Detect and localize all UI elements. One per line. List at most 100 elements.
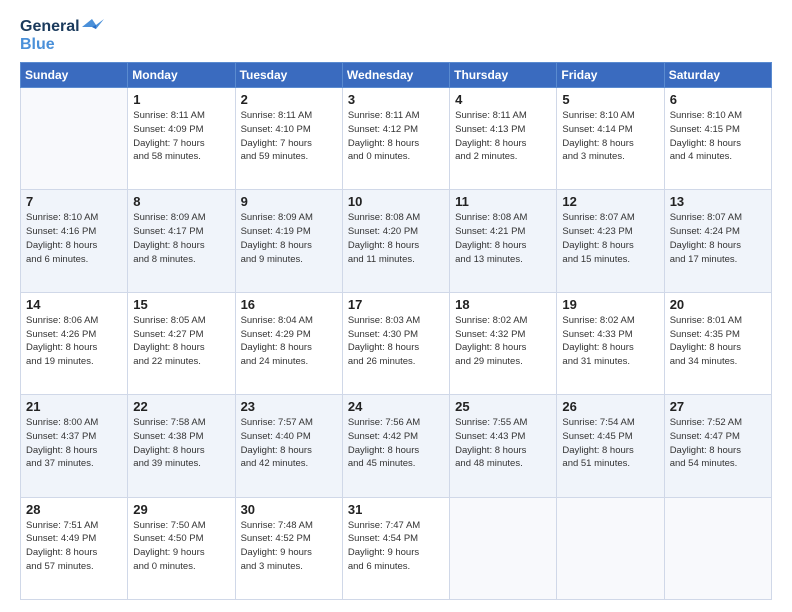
day-info: Sunrise: 8:08 AMSunset: 4:20 PMDaylight:… xyxy=(348,211,444,266)
week-row-1: 7 Sunrise: 8:10 AMSunset: 4:16 PMDaylight… xyxy=(21,190,772,292)
day-info: Sunrise: 8:04 AMSunset: 4:29 PMDaylight:… xyxy=(241,314,337,369)
header-cell-sunday: Sunday xyxy=(21,63,128,88)
day-info: Sunrise: 8:08 AMSunset: 4:21 PMDaylight:… xyxy=(455,211,551,266)
day-info: Sunrise: 8:11 AMSunset: 4:09 PMDaylight:… xyxy=(133,109,229,164)
header-row: SundayMondayTuesdayWednesdayThursdayFrid… xyxy=(21,63,772,88)
page: GeneralBlue SundayMondayTuesdayWednesday… xyxy=(0,0,792,612)
day-number: 14 xyxy=(26,297,122,312)
day-number: 19 xyxy=(562,297,658,312)
day-info: Sunrise: 8:03 AMSunset: 4:30 PMDaylight:… xyxy=(348,314,444,369)
day-info: Sunrise: 8:02 AMSunset: 4:33 PMDaylight:… xyxy=(562,314,658,369)
day-cell: 21 Sunrise: 8:00 AMSunset: 4:37 PMDayligh… xyxy=(21,395,128,497)
day-number: 18 xyxy=(455,297,551,312)
day-info: Sunrise: 8:05 AMSunset: 4:27 PMDaylight:… xyxy=(133,314,229,369)
header-cell-friday: Friday xyxy=(557,63,664,88)
day-number: 1 xyxy=(133,92,229,107)
day-cell: 16Sunrise: 8:04 AMSunset: 4:29 PMDayligh… xyxy=(235,292,342,394)
day-info: Sunrise: 8:00 AMSunset: 4:37 PMDaylight:… xyxy=(26,416,122,471)
day-info: Sunrise: 8:02 AMSunset: 4:32 PMDaylight:… xyxy=(455,314,551,369)
day-cell: 15 Sunrise: 8:05 AMSunset: 4:27 PMDayligh… xyxy=(128,292,235,394)
day-number: 26 xyxy=(562,399,658,414)
header-cell-tuesday: Tuesday xyxy=(235,63,342,88)
day-number: 3 xyxy=(348,92,444,107)
day-info: Sunrise: 8:11 AMSunset: 4:10 PMDaylight:… xyxy=(241,109,337,164)
day-cell: 8 Sunrise: 8:09 AMSunset: 4:17 PMDaylight… xyxy=(128,190,235,292)
calendar-table: SundayMondayTuesdayWednesdayThursdayFrid… xyxy=(20,62,772,600)
day-cell: 19 Sunrise: 8:02 AMSunset: 4:33 PMDayligh… xyxy=(557,292,664,394)
day-info: Sunrise: 7:58 AMSunset: 4:38 PMDaylight:… xyxy=(133,416,229,471)
day-number: 25 xyxy=(455,399,551,414)
day-info: Sunrise: 8:11 AMSunset: 4:12 PMDaylight:… xyxy=(348,109,444,164)
day-cell: 14 Sunrise: 8:06 AMSunset: 4:26 PMDayligh… xyxy=(21,292,128,394)
day-info: Sunrise: 8:09 AMSunset: 4:19 PMDaylight:… xyxy=(241,211,337,266)
week-row-3: 21 Sunrise: 8:00 AMSunset: 4:37 PMDayligh… xyxy=(21,395,772,497)
week-row-0: 1 Sunrise: 8:11 AMSunset: 4:09 PMDaylight… xyxy=(21,88,772,190)
day-info: Sunrise: 7:54 AMSunset: 4:45 PMDaylight:… xyxy=(562,416,658,471)
day-number: 28 xyxy=(26,502,122,517)
day-cell: 22Sunrise: 7:58 AMSunset: 4:38 PMDayligh… xyxy=(128,395,235,497)
day-cell: 2 Sunrise: 8:11 AMSunset: 4:10 PMDaylight… xyxy=(235,88,342,190)
day-cell: 12Sunrise: 8:07 AMSunset: 4:23 PMDayligh… xyxy=(557,190,664,292)
header-cell-thursday: Thursday xyxy=(450,63,557,88)
day-cell: 13Sunrise: 8:07 AMSunset: 4:24 PMDayligh… xyxy=(664,190,771,292)
day-cell: 3 Sunrise: 8:11 AMSunset: 4:12 PMDaylight… xyxy=(342,88,449,190)
day-number: 4 xyxy=(455,92,551,107)
day-info: Sunrise: 7:52 AMSunset: 4:47 PMDaylight:… xyxy=(670,416,766,471)
day-number: 23 xyxy=(241,399,337,414)
day-number: 27 xyxy=(670,399,766,414)
day-number: 9 xyxy=(241,194,337,209)
day-info: Sunrise: 7:55 AMSunset: 4:43 PMDaylight:… xyxy=(455,416,551,471)
day-info: Sunrise: 7:57 AMSunset: 4:40 PMDaylight:… xyxy=(241,416,337,471)
logo: GeneralBlue xyxy=(20,18,104,54)
day-cell xyxy=(664,497,771,599)
day-info: Sunrise: 8:10 AMSunset: 4:15 PMDaylight:… xyxy=(670,109,766,164)
day-cell: 1 Sunrise: 8:11 AMSunset: 4:09 PMDaylight… xyxy=(128,88,235,190)
day-info: Sunrise: 7:47 AMSunset: 4:54 PMDaylight:… xyxy=(348,519,444,574)
day-cell xyxy=(450,497,557,599)
day-cell: 11Sunrise: 8:08 AMSunset: 4:21 PMDayligh… xyxy=(450,190,557,292)
day-cell: 17 Sunrise: 8:03 AMSunset: 4:30 PMDayligh… xyxy=(342,292,449,394)
day-cell: 27 Sunrise: 7:52 AMSunset: 4:47 PMDayligh… xyxy=(664,395,771,497)
day-number: 17 xyxy=(348,297,444,312)
day-info: Sunrise: 7:56 AMSunset: 4:42 PMDaylight:… xyxy=(348,416,444,471)
day-cell xyxy=(557,497,664,599)
day-number: 6 xyxy=(670,92,766,107)
day-number: 31 xyxy=(348,502,444,517)
calendar-header: SundayMondayTuesdayWednesdayThursdayFrid… xyxy=(21,63,772,88)
day-info: Sunrise: 7:50 AMSunset: 4:50 PMDaylight:… xyxy=(133,519,229,574)
day-cell: 4 Sunrise: 8:11 AMSunset: 4:13 PMDaylight… xyxy=(450,88,557,190)
day-number: 5 xyxy=(562,92,658,107)
week-row-2: 14 Sunrise: 8:06 AMSunset: 4:26 PMDayligh… xyxy=(21,292,772,394)
day-info: Sunrise: 8:09 AMSunset: 4:17 PMDaylight:… xyxy=(133,211,229,266)
day-cell: 25 Sunrise: 7:55 AMSunset: 4:43 PMDayligh… xyxy=(450,395,557,497)
header-cell-monday: Monday xyxy=(128,63,235,88)
day-cell: 30Sunrise: 7:48 AMSunset: 4:52 PMDayligh… xyxy=(235,497,342,599)
bird-icon xyxy=(82,19,104,35)
calendar-body: 1 Sunrise: 8:11 AMSunset: 4:09 PMDaylight… xyxy=(21,88,772,600)
day-info: Sunrise: 8:10 AMSunset: 4:16 PMDaylight:… xyxy=(26,211,122,266)
day-cell: 7 Sunrise: 8:10 AMSunset: 4:16 PMDaylight… xyxy=(21,190,128,292)
day-info: Sunrise: 7:51 AMSunset: 4:49 PMDaylight:… xyxy=(26,519,122,574)
day-number: 8 xyxy=(133,194,229,209)
day-number: 12 xyxy=(562,194,658,209)
day-cell: 10Sunrise: 8:08 AMSunset: 4:20 PMDayligh… xyxy=(342,190,449,292)
day-info: Sunrise: 8:06 AMSunset: 4:26 PMDaylight:… xyxy=(26,314,122,369)
day-cell: 24 Sunrise: 7:56 AMSunset: 4:42 PMDayligh… xyxy=(342,395,449,497)
day-number: 21 xyxy=(26,399,122,414)
day-number: 20 xyxy=(670,297,766,312)
day-number: 24 xyxy=(348,399,444,414)
logo-text: General xyxy=(20,18,104,36)
day-info: Sunrise: 8:11 AMSunset: 4:13 PMDaylight:… xyxy=(455,109,551,164)
day-number: 15 xyxy=(133,297,229,312)
week-row-4: 28 Sunrise: 7:51 AMSunset: 4:49 PMDayligh… xyxy=(21,497,772,599)
day-cell: 9 Sunrise: 8:09 AMSunset: 4:19 PMDaylight… xyxy=(235,190,342,292)
day-cell: 31 Sunrise: 7:47 AMSunset: 4:54 PMDayligh… xyxy=(342,497,449,599)
day-number: 2 xyxy=(241,92,337,107)
day-number: 30 xyxy=(241,502,337,517)
day-cell: 29Sunrise: 7:50 AMSunset: 4:50 PMDayligh… xyxy=(128,497,235,599)
day-info: Sunrise: 8:01 AMSunset: 4:35 PMDaylight:… xyxy=(670,314,766,369)
logo-blue-text: Blue xyxy=(20,36,55,54)
day-number: 7 xyxy=(26,194,122,209)
day-cell: 28 Sunrise: 7:51 AMSunset: 4:49 PMDayligh… xyxy=(21,497,128,599)
day-cell: 23 Sunrise: 7:57 AMSunset: 4:40 PMDayligh… xyxy=(235,395,342,497)
